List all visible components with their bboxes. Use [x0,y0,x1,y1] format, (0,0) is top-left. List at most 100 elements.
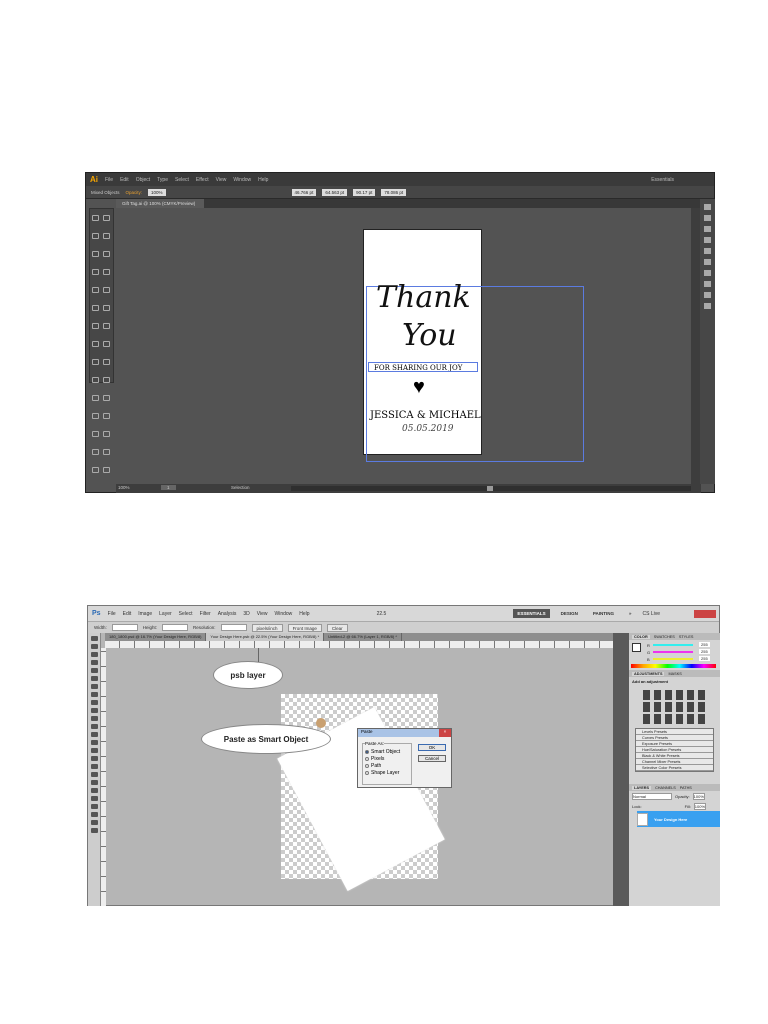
menu-edit[interactable]: Edit [120,177,129,183]
workspace-switcher[interactable]: Essentials [651,177,674,183]
menu-effect[interactable]: Effect [196,177,209,183]
g-slider[interactable] [653,651,693,653]
selection-label: Mixed Objects [91,189,120,195]
doc-tabs: 180_1800.psd @ 16.7% (Your Design Here, … [105,633,613,641]
menu-3d[interactable]: 3D [243,611,249,617]
radio-path[interactable]: Path [365,763,409,769]
doc-tab[interactable]: Untitled-2 @ 66.7% (Layer 1, RGB/8) * [324,633,402,641]
menu-view[interactable]: View [257,611,268,617]
tab-color[interactable]: COLOR [632,634,650,639]
menu-file[interactable]: File [108,611,116,617]
tab-masks[interactable]: MASKS [668,672,681,676]
zoom-select[interactable]: 22.5 [377,611,387,617]
horizontal-scrollbar[interactable] [291,486,691,491]
foreground-swatch[interactable] [632,643,641,652]
tools-panel[interactable] [88,633,101,906]
vertical-ruler [101,648,106,906]
vertical-scrollbar[interactable] [691,208,700,484]
resolution-field[interactable] [220,624,247,631]
tab-channels[interactable]: CHANNELS [655,786,676,790]
blend-mode-select[interactable]: Normal [632,793,672,800]
doc-tab-active[interactable]: Your Design Here.psb @ 22.5% (Your Desig… [206,633,325,641]
tab-swatches[interactable]: SWATCHES [654,635,675,639]
menu-layer[interactable]: Layer [159,611,172,617]
tab-layers[interactable]: LAYERS [632,785,652,790]
height-field[interactable] [162,624,189,631]
r-slider[interactable] [653,644,693,646]
opacity-field[interactable]: 100% [692,793,705,800]
panel-dock[interactable] [613,633,629,906]
status-tool: Selection [231,485,250,490]
menu-window[interactable]: Window [274,611,292,617]
close-icon[interactable]: × [439,729,451,737]
tab-styles[interactable]: STYLES [679,635,694,639]
tab-adjustments[interactable]: ADJUSTMENTS [632,671,665,676]
opacity-label: Opacity: [675,794,690,799]
radio-smart-object[interactable]: Smart Object [365,749,409,755]
menu-file[interactable]: File [105,177,113,183]
clear-button[interactable]: Clear [326,623,348,632]
b-value[interactable]: 255 [699,656,710,661]
units-select[interactable]: pixels/inch [251,623,283,632]
menu-image[interactable]: Image [138,611,152,617]
radio-pixels[interactable]: Pixels [365,756,409,762]
height-field[interactable]: 78.086 pt [381,188,407,196]
layer-row[interactable]: Your Design Here [637,811,720,827]
window-controls[interactable] [694,609,716,618]
width-field[interactable]: 90.17 pt [353,188,376,196]
workspace-essentials[interactable]: ESSENTIALS [513,609,550,618]
resolution-label: Resolution: [193,625,216,630]
cslive-button[interactable]: CS Live [643,611,661,617]
color-ramp[interactable] [631,664,716,668]
menu-view[interactable]: View [216,177,227,183]
cancel-button[interactable]: Cancel [418,755,446,762]
doc-tab[interactable]: 180_1800.psd @ 16.7% (Your Design Here, … [105,633,207,641]
menu-edit[interactable]: Edit [123,611,132,617]
height-label: Height: [142,625,158,630]
illustrator-screenshot: Ai File Edit Object Type Select Effect V… [85,172,715,493]
ps-menubar: Ps File Edit Image Layer Select Filter A… [88,606,719,621]
workspace-design[interactable]: DESIGN [557,609,582,618]
menu-object[interactable]: Object [136,177,150,183]
menu-help[interactable]: Help [258,177,268,183]
menu-window[interactable]: Window [233,177,251,183]
adjustment-icons[interactable] [629,686,720,728]
workspace-painting[interactable]: PAINTING [589,609,618,618]
you-text: You [402,318,457,353]
tag-hole [316,718,326,728]
g-label: G [647,650,651,655]
tools-panel[interactable] [89,208,114,473]
preset-item[interactable]: Selective Color Presets [636,765,713,771]
y-field[interactable]: 64.563 pt [322,188,348,196]
menu-filter[interactable]: Filter [200,611,211,617]
doc-tab[interactable]: Gift Tag.ai @ 100% (CMYK/Preview) [116,199,204,208]
workspace-more[interactable]: » [625,609,636,618]
panels-column: COLOR SWATCHES STYLES R 255 G 255 B 255 AD… [629,633,720,906]
menu-select[interactable]: Select [179,611,193,617]
text-bounds [368,362,478,372]
heart-icon: ♥ [413,376,425,398]
b-label: B [647,657,650,662]
b-slider[interactable] [653,658,693,660]
artboard-nav[interactable]: 1 [161,485,176,490]
opacity-field[interactable]: 100% [148,188,166,196]
menu-select[interactable]: Select [175,177,189,183]
zoom-level[interactable]: 100% [118,485,130,490]
width-field[interactable] [111,624,138,631]
menu-type[interactable]: Type [157,177,168,183]
fill-field[interactable]: 100% [693,803,707,810]
color-panel: R 255 G 255 B 255 [629,640,720,670]
menu-analysis[interactable]: Analysis [218,611,237,617]
r-value[interactable]: 255 [699,642,710,647]
front-image-button[interactable]: Front Image [287,623,322,632]
radio-shape-layer[interactable]: Shape Layer [365,770,409,776]
panel-dock[interactable] [700,199,715,484]
x-field[interactable]: 46.766 pt [291,188,317,196]
g-value[interactable]: 255 [699,649,710,654]
lock-label: Lock: [632,804,642,809]
tab-paths[interactable]: PATHS [680,786,692,790]
ps-logo: Ps [92,610,101,617]
ok-button[interactable]: OK [418,744,446,751]
menu-help[interactable]: Help [299,611,309,617]
width-label: Width: [94,625,107,630]
